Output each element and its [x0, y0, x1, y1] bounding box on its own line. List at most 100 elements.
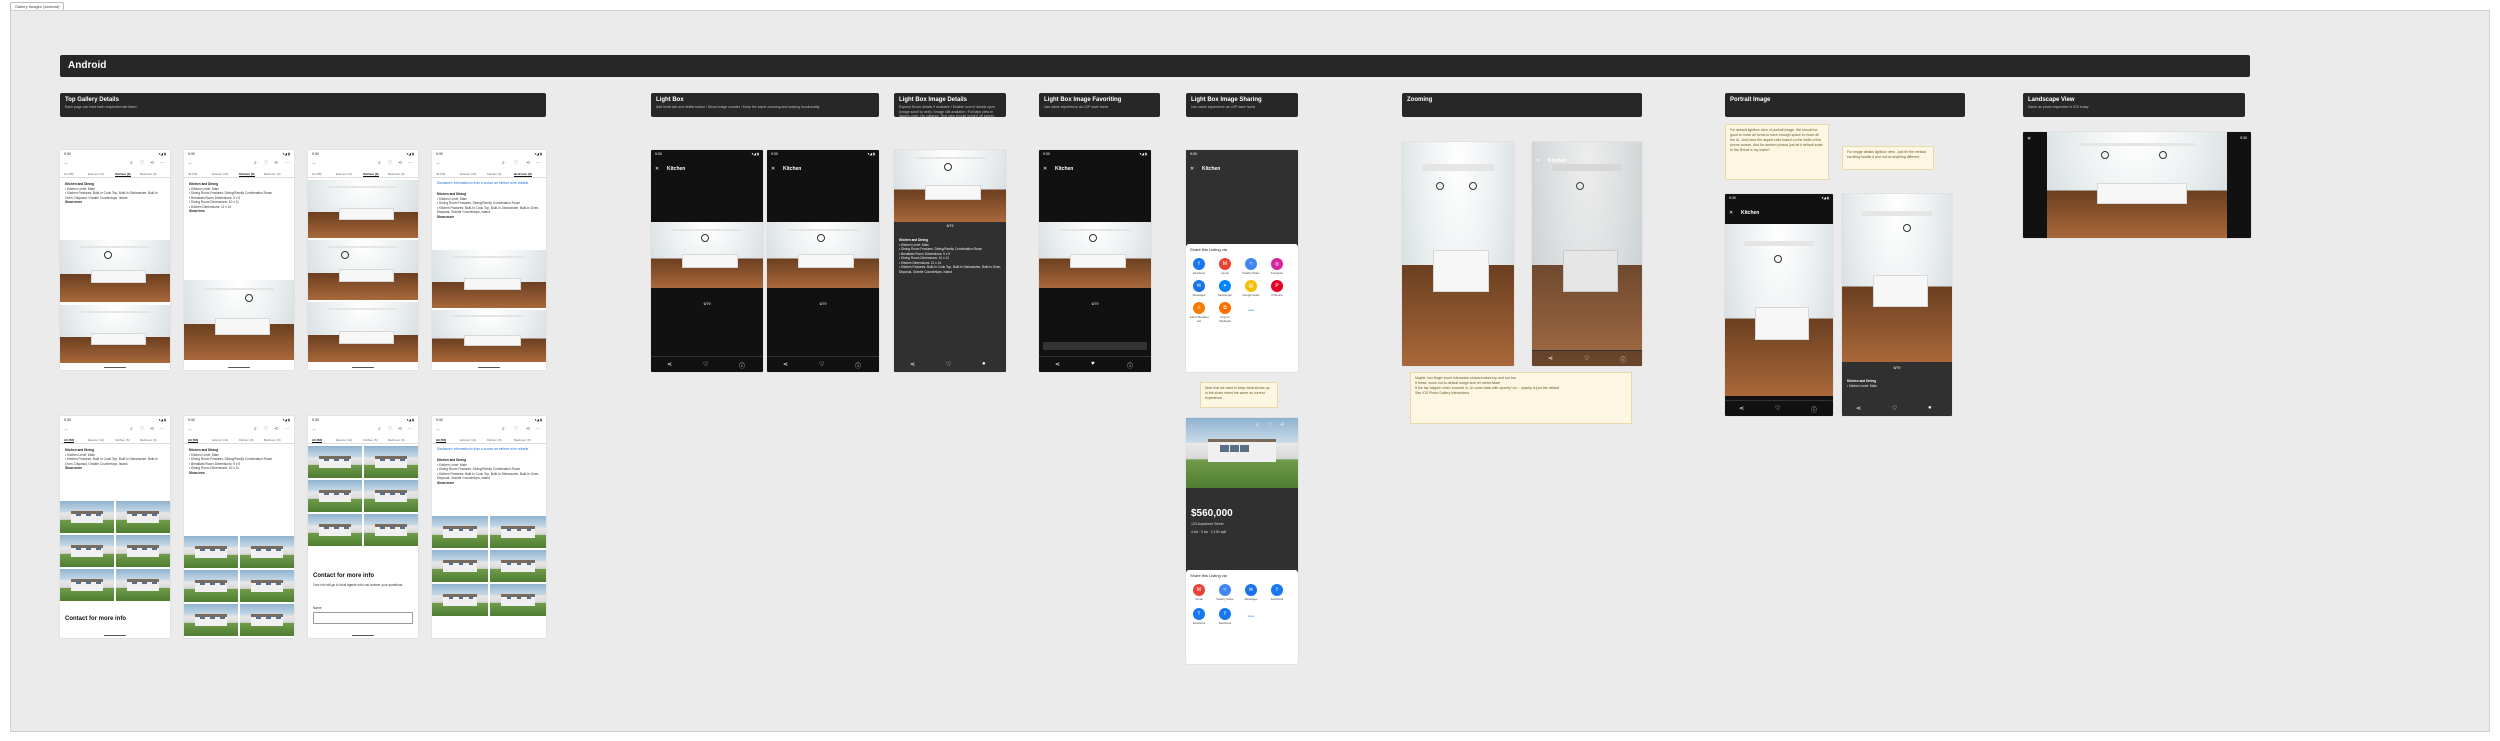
tab-bedroom[interactable]: Bedroom (6) — [140, 438, 157, 442]
share-app-notes[interactable]: ▤ Google Notes — [1240, 280, 1262, 297]
share-icon[interactable]: ⋖ — [910, 361, 915, 368]
heart-icon[interactable]: ♡ — [264, 160, 268, 166]
house-photo[interactable] — [240, 604, 294, 636]
tab-kitchen[interactable]: Kitchen (6) — [115, 172, 131, 177]
share-icon[interactable]: ⋖ — [398, 160, 402, 166]
share-app-nearby[interactable]: ≈ Nearby Share — [1240, 258, 1262, 275]
share-app-messages[interactable]: ✉ Messages — [1188, 280, 1210, 297]
share-icon[interactable]: ⋖ — [1739, 405, 1744, 412]
tab-bedroom[interactable]: Bedroom (6) — [264, 438, 281, 442]
portrait-photo[interactable] — [1725, 224, 1833, 396]
more-icon[interactable]: ⋯ — [160, 160, 165, 166]
search-icon[interactable]: ⌕ — [378, 160, 381, 166]
share-icon[interactable]: ⋖ — [667, 361, 672, 368]
heart-icon[interactable]: ♡ — [1584, 355, 1589, 362]
share-app-clipboard[interactable]: ⧉ Copy to Clipboard — [1214, 302, 1236, 323]
heart-icon[interactable]: ♡ — [514, 426, 518, 432]
kitchen-photo[interactable] — [432, 310, 546, 362]
show-less-link[interactable]: Show less — [189, 471, 205, 475]
house-photo[interactable] — [184, 536, 238, 568]
tab-bedroom[interactable]: Bedroom (6) — [514, 172, 532, 177]
tab-exterior[interactable]: Exterior (11) — [212, 172, 228, 176]
house-photo[interactable] — [60, 569, 114, 601]
info-icon[interactable]: ● — [982, 361, 986, 367]
heart-icon[interactable]: ♡ — [1775, 405, 1780, 412]
house-photo[interactable] — [240, 536, 294, 568]
share-app-facebook[interactable]: f Facebook — [1214, 608, 1236, 625]
more-icon[interactable]: ⋯ — [408, 426, 413, 432]
close-icon[interactable]: ✕ — [2027, 136, 2031, 142]
share-icon[interactable]: ⋖ — [398, 426, 402, 432]
portrait-photo[interactable] — [1842, 194, 1952, 362]
heart-icon[interactable]: ♡ — [946, 361, 951, 368]
zoomed-photo[interactable] — [1402, 142, 1514, 366]
share-icon[interactable]: ⋖ — [274, 160, 278, 166]
tab-exterior[interactable]: Exterior (11) — [88, 438, 104, 442]
search-icon[interactable]: ⌕ — [254, 426, 257, 432]
tab-kitchen[interactable]: Kitchen (6) — [115, 438, 130, 442]
show-more-link[interactable]: Show more — [65, 200, 82, 204]
info-icon[interactable]: ⓘ — [1811, 405, 1817, 414]
heart-icon[interactable]: ♡ — [140, 426, 144, 432]
heart-icon[interactable]: ♡ — [703, 361, 708, 368]
heart-icon[interactable]: ♡ — [388, 160, 392, 166]
share-app-instagram[interactable]: ◎ Instagram — [1266, 258, 1288, 275]
search-icon[interactable]: ⌕ — [254, 160, 257, 166]
tab-bedroom[interactable]: Bedroom (6) — [388, 172, 405, 176]
show-less-link[interactable]: Show less — [189, 209, 205, 213]
search-icon[interactable]: ⌕ — [502, 426, 505, 432]
tab-bedroom[interactable]: Bedroom (6) — [264, 172, 281, 176]
lightbox-photo[interactable] — [767, 222, 879, 288]
share-icon[interactable]: ⋖ — [1856, 405, 1861, 412]
tab-kitchen[interactable]: Kitchen (6) — [487, 172, 502, 176]
more-icon[interactable]: ⋯ — [408, 160, 413, 166]
zoomed-photo[interactable] — [1532, 142, 1642, 366]
share-app-messages[interactable]: ✉ Messages — [1240, 584, 1262, 601]
house-photo[interactable] — [432, 584, 488, 616]
share-icon[interactable]: ⋖ — [274, 426, 278, 432]
heart-icon[interactable]: ♡ — [1892, 405, 1897, 412]
house-photo[interactable] — [308, 446, 362, 478]
share-app-messenger[interactable]: ✦ Messenger — [1214, 280, 1236, 297]
more-icon[interactable]: ⋯ — [536, 160, 541, 166]
show-more-link[interactable]: Show more — [437, 481, 454, 485]
more-icon[interactable]: ⋯ — [160, 426, 165, 432]
back-icon[interactable]: ← — [188, 426, 193, 432]
house-photo[interactable] — [184, 604, 238, 636]
heart-icon[interactable]: ♡ — [388, 426, 392, 432]
house-photo[interactable] — [116, 501, 170, 533]
show-more-link[interactable]: Show more — [65, 466, 82, 470]
house-photo[interactable] — [240, 570, 294, 602]
tab-kitchen[interactable]: Kitchen (6) — [239, 172, 255, 177]
share-icon[interactable]: ⋖ — [1280, 422, 1284, 428]
close-icon[interactable]: ✕ — [655, 166, 659, 172]
house-photo[interactable] — [60, 535, 114, 567]
info-icon[interactable]: ⓘ — [855, 361, 861, 370]
house-photo[interactable] — [184, 570, 238, 602]
tab-exterior[interactable]: Exterior (11) — [212, 438, 228, 442]
close-icon[interactable]: ✕ — [1190, 166, 1194, 172]
share-app-gmail[interactable]: M Gmail — [1214, 258, 1236, 275]
house-photo[interactable] — [308, 514, 362, 546]
lightbox-photo[interactable] — [1039, 222, 1151, 288]
info-icon[interactable]: ⓘ — [739, 361, 745, 370]
search-icon[interactable]: ⌕ — [130, 426, 133, 432]
back-icon[interactable]: ← — [312, 160, 317, 166]
show-more-link[interactable]: Show more — [437, 215, 454, 219]
share-app-gmail[interactable]: M Gmail — [1188, 584, 1210, 601]
house-photo[interactable] — [364, 514, 418, 546]
share-app-pinterest[interactable]: P Pinterest — [1266, 280, 1288, 297]
heart-icon[interactable]: ♡ — [1268, 422, 1272, 428]
share-icon[interactable]: ⋖ — [526, 426, 530, 432]
tab-exterior[interactable]: Exterior (11) — [460, 438, 476, 442]
house-photo[interactable] — [60, 501, 114, 533]
share-icon[interactable]: ⋖ — [783, 361, 788, 368]
tab-kitchen[interactable]: Kitchen (6) — [239, 438, 254, 442]
house-photo[interactable] — [490, 516, 546, 548]
info-icon[interactable]: ● — [1928, 405, 1932, 411]
share-icon[interactable]: ⋖ — [1055, 361, 1060, 368]
house-photo[interactable] — [490, 584, 546, 616]
house-photo[interactable] — [116, 535, 170, 567]
share-icon[interactable]: ⋖ — [150, 160, 154, 166]
house-photo[interactable] — [432, 550, 488, 582]
